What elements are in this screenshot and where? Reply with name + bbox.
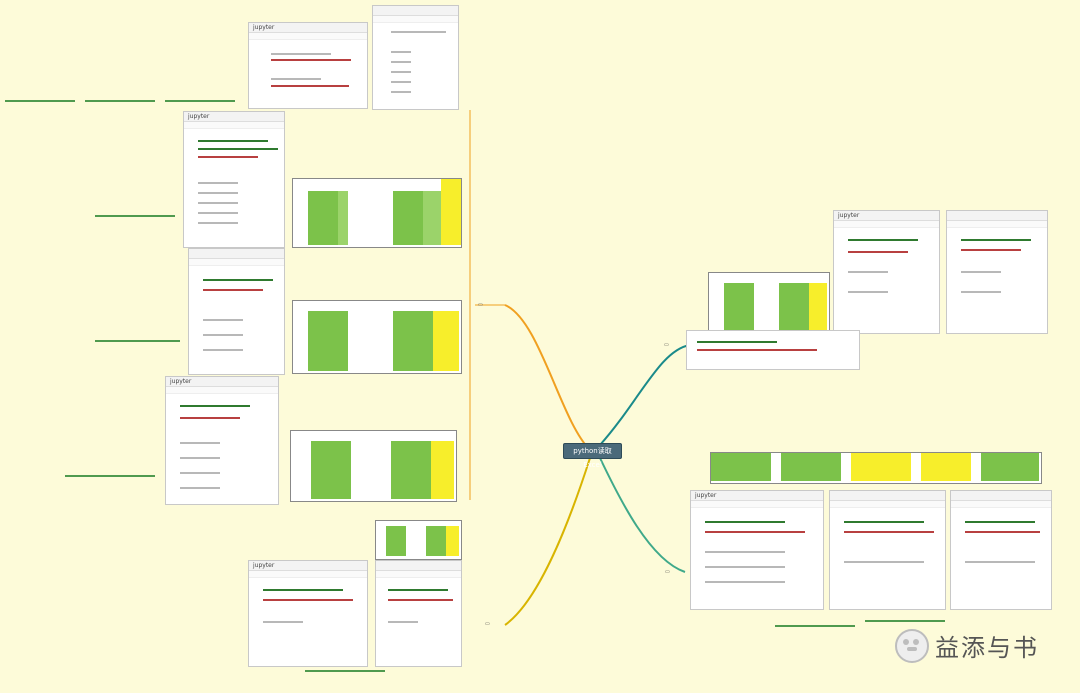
note-line: [95, 340, 180, 342]
branch-label-1[interactable]: ▭: [478, 302, 483, 308]
notebook-screenshot: jupyter: [183, 111, 285, 248]
watermark-text: 益添与书: [935, 634, 1039, 662]
note-line: [165, 100, 235, 102]
excel-table-row: [710, 452, 1042, 484]
excel-table-pair: [375, 520, 462, 560]
wechat-icon: [895, 629, 929, 663]
notebook-screenshot: [829, 490, 946, 610]
note-line: [865, 620, 945, 622]
notebook-screenshot: [375, 560, 462, 667]
notebook-screenshot: jupyter: [833, 210, 940, 334]
excel-table-pair: [292, 178, 462, 248]
notebook-screenshot: jupyter: [690, 490, 824, 610]
notebook-screenshot: jupyter: [248, 22, 368, 109]
notebook-screenshot: [686, 330, 860, 370]
note-line: [305, 670, 385, 672]
notebook-screenshot: [946, 210, 1048, 334]
branch-label-4[interactable]: ▭: [665, 569, 670, 575]
branch-label-2[interactable]: ▭: [664, 342, 669, 348]
excel-table-pair: [292, 300, 462, 374]
note-line: [65, 475, 155, 477]
watermark: 益添与书: [895, 625, 1065, 665]
note-line: [85, 100, 155, 102]
notebook-screenshot: [372, 5, 459, 110]
branch-label-3[interactable]: ▭: [485, 621, 490, 627]
central-topic[interactable]: python读取Excel: [563, 443, 622, 469]
notebook-screenshot: jupyter: [165, 376, 279, 505]
excel-table-pair: [290, 430, 457, 502]
notebook-screenshot: [950, 490, 1052, 610]
note-line: [775, 625, 855, 627]
notebook-screenshot: [188, 248, 285, 375]
note-line: [95, 215, 175, 217]
note-line: [5, 100, 75, 102]
notebook-screenshot: jupyter: [248, 560, 368, 667]
mindmap-canvas: python读取Excel ▭ ▭ ▭ ▭ jupyter jupyter ju…: [0, 0, 1080, 693]
